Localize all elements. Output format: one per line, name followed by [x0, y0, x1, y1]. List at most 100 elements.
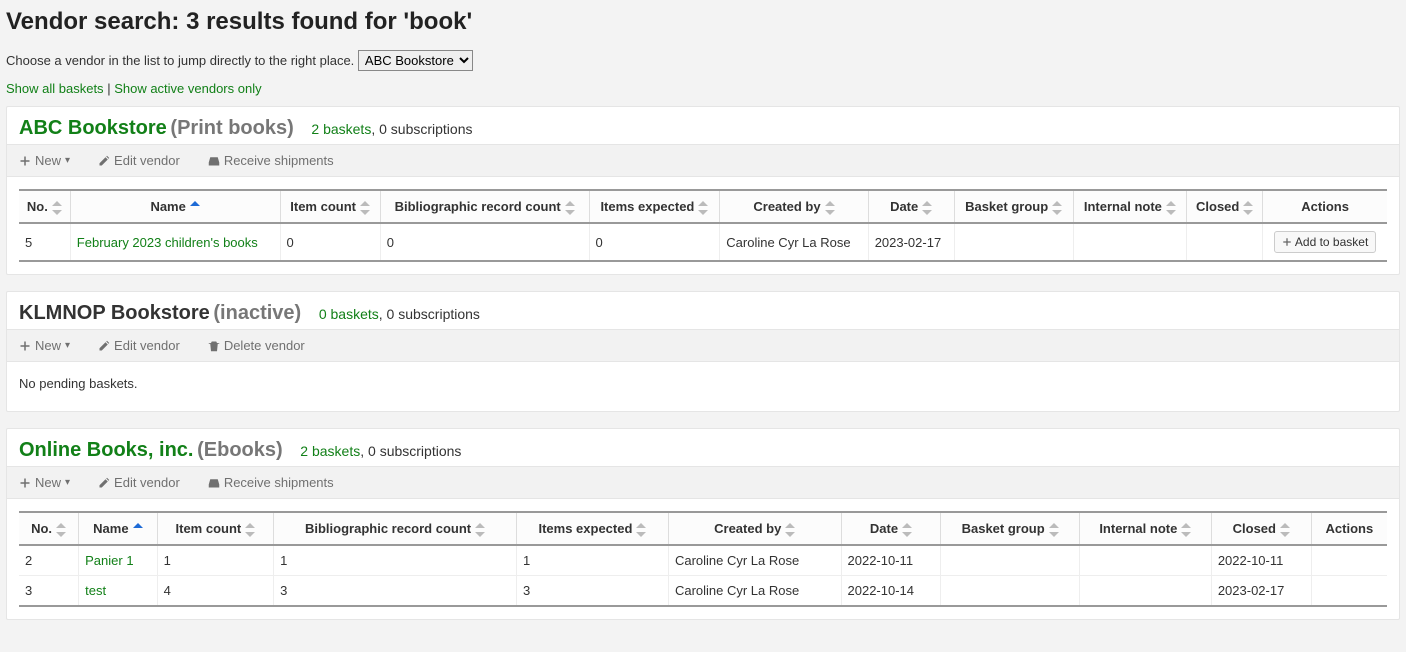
vendor-alias: (inactive) [213, 302, 301, 324]
cell-basket-group [941, 545, 1079, 576]
cell-items-expected: 1 [516, 545, 668, 576]
col-internal-note[interactable]: Internal note [1079, 512, 1211, 545]
col-basket-group[interactable]: Basket group [941, 512, 1079, 545]
col-date[interactable]: Date [868, 190, 954, 223]
vendor-baskets-link[interactable]: 0 baskets [319, 306, 379, 322]
chevron-down-icon: ▾ [65, 477, 70, 488]
plus-icon [19, 477, 31, 489]
vendor-name-link[interactable]: Online Books, inc. [19, 439, 193, 461]
cell-actions [1311, 576, 1387, 607]
edit-vendor-button[interactable]: Edit vendor [98, 338, 180, 353]
cell-closed [1187, 223, 1263, 261]
new-button[interactable]: New▾ [19, 153, 70, 168]
cell-date: 2022-10-11 [841, 545, 941, 576]
vendor-subs: , 0 subscriptions [360, 443, 461, 459]
vendor-card: ABC Bookstore (Print books) 2 baskets, 0… [6, 106, 1400, 275]
vendor-alias: (Ebooks) [197, 439, 283, 461]
basket-link[interactable]: February 2023 children's books [77, 235, 258, 250]
vendor-header: ABC Bookstore (Print books) 2 baskets, 0… [7, 107, 1399, 144]
vendor-name-link[interactable]: ABC Bookstore [19, 117, 167, 139]
cell-internal-note [1079, 576, 1211, 607]
edit-vendor-button[interactable]: Edit vendor [98, 475, 180, 490]
col-closed[interactable]: Closed [1211, 512, 1311, 545]
vendor-subs: , 0 subscriptions [379, 306, 480, 322]
cell-items-expected: 3 [516, 576, 668, 607]
vendor-card: Online Books, inc. (Ebooks) 2 baskets, 0… [6, 428, 1400, 620]
cell-bib-count: 0 [380, 223, 589, 261]
jump-row: Choose a vendor in the list to jump dire… [6, 50, 1400, 71]
vendor-subs: , 0 subscriptions [371, 121, 472, 137]
vendor-header: KLMNOP Bookstore (inactive) 0 baskets, 0… [7, 292, 1399, 329]
receive-shipments-button[interactable]: Receive shipments [208, 475, 334, 490]
cell-item-count: 4 [157, 576, 274, 607]
basket-link[interactable]: test [85, 583, 106, 598]
page-title: Vendor search: 3 results found for 'book… [6, 8, 1400, 36]
new-button[interactable]: New▾ [19, 338, 70, 353]
col-created-by[interactable]: Created by [720, 190, 868, 223]
cell-bib-count: 1 [274, 545, 517, 576]
add-to-basket-button[interactable]: Add to basket [1274, 231, 1376, 253]
baskets-table: No. Name Item count Bibliographic record… [19, 511, 1387, 607]
col-closed[interactable]: Closed [1187, 190, 1263, 223]
inbox-icon [208, 155, 220, 167]
col-item-count[interactable]: Item count [157, 512, 274, 545]
chevron-down-icon: ▾ [65, 340, 70, 351]
vendor-baskets-link[interactable]: 2 baskets [300, 443, 360, 459]
cell-created-by: Caroline Cyr La Rose [720, 223, 868, 261]
col-name[interactable]: Name [79, 512, 157, 545]
vendor-stats: 2 baskets, 0 subscriptions [311, 121, 472, 137]
show-active-vendors-link[interactable]: Show active vendors only [114, 81, 261, 96]
col-created-by[interactable]: Created by [668, 512, 841, 545]
col-internal-note[interactable]: Internal note [1073, 190, 1187, 223]
edit-vendor-button[interactable]: Edit vendor [98, 153, 180, 168]
col-items-expected[interactable]: Items expected [516, 512, 668, 545]
receive-shipments-button[interactable]: Receive shipments [208, 153, 334, 168]
cell-created-by: Caroline Cyr La Rose [668, 545, 841, 576]
col-basket-group[interactable]: Basket group [954, 190, 1073, 223]
plus-icon [19, 340, 31, 352]
inbox-icon [208, 477, 220, 489]
cell-created-by: Caroline Cyr La Rose [668, 576, 841, 607]
col-date[interactable]: Date [841, 512, 941, 545]
baskets-table-wrap: No. Name Item count Bibliographic record… [7, 177, 1399, 274]
cell-basket-group [954, 223, 1073, 261]
baskets-table: No. Name Item count Bibliographic record… [19, 189, 1387, 262]
cell-item-count: 1 [157, 545, 274, 576]
table-row: 2 Panier 1 1 1 1 Caroline Cyr La Rose 20… [19, 545, 1387, 576]
col-no[interactable]: No. [19, 190, 70, 223]
pencil-icon [98, 155, 110, 167]
jump-label: Choose a vendor in the list to jump dire… [6, 53, 354, 68]
cell-actions [1311, 545, 1387, 576]
vendor-stats: 0 baskets, 0 subscriptions [319, 306, 480, 322]
vendor-toolbar: New▾ Edit vendor Delete vendor [7, 329, 1399, 362]
chevron-down-icon: ▾ [65, 155, 70, 166]
new-button[interactable]: New▾ [19, 475, 70, 490]
cell-basket-group [941, 576, 1079, 607]
col-item-count[interactable]: Item count [280, 190, 380, 223]
col-actions: Actions [1263, 190, 1387, 223]
cell-closed: 2023-02-17 [1211, 576, 1311, 607]
table-row: 5 February 2023 children's books 0 0 0 C… [19, 223, 1387, 261]
vendor-toolbar: New▾ Edit vendor Receive shipments [7, 466, 1399, 499]
top-links: Show all baskets | Show active vendors o… [6, 81, 1400, 96]
plus-icon [19, 155, 31, 167]
pencil-icon [98, 477, 110, 489]
col-name[interactable]: Name [70, 190, 280, 223]
col-no[interactable]: No. [19, 512, 79, 545]
cell-no: 2 [19, 545, 79, 576]
vendor-card: KLMNOP Bookstore (inactive) 0 baskets, 0… [6, 291, 1400, 412]
cell-closed: 2022-10-11 [1211, 545, 1311, 576]
col-bib-count[interactable]: Bibliographic record count [380, 190, 589, 223]
vendor-jump-select[interactable]: ABC Bookstore [358, 50, 473, 71]
plus-icon [1282, 237, 1292, 247]
col-actions: Actions [1311, 512, 1387, 545]
show-all-baskets-link[interactable]: Show all baskets [6, 81, 104, 96]
vendor-header: Online Books, inc. (Ebooks) 2 baskets, 0… [7, 429, 1399, 466]
col-bib-count[interactable]: Bibliographic record count [274, 512, 517, 545]
basket-link[interactable]: Panier 1 [85, 553, 133, 568]
table-row: 3 test 4 3 3 Caroline Cyr La Rose 2022-1… [19, 576, 1387, 607]
vendor-baskets-link[interactable]: 2 baskets [311, 121, 371, 137]
delete-vendor-button[interactable]: Delete vendor [208, 338, 305, 353]
cell-date: 2023-02-17 [868, 223, 954, 261]
col-items-expected[interactable]: Items expected [589, 190, 720, 223]
